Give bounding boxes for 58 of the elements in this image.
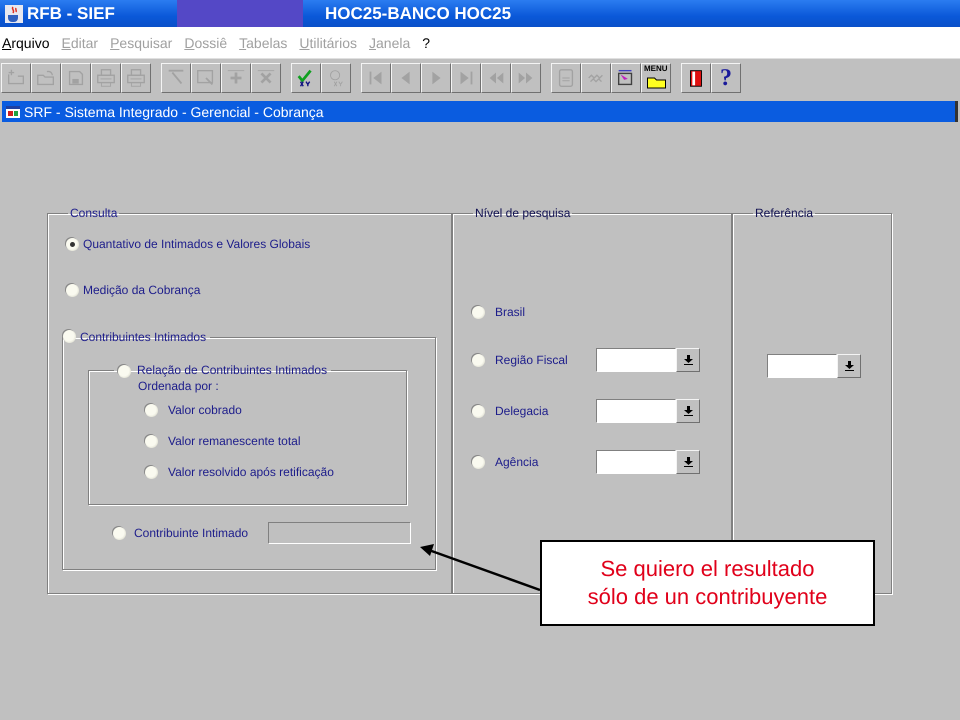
dropdown-field[interactable] (596, 399, 676, 423)
dropdown-field[interactable] (767, 354, 837, 378)
radio-label: Agência (495, 455, 538, 469)
radio-button[interactable] (472, 456, 485, 468)
dropdown-button[interactable] (837, 354, 861, 378)
radio-button[interactable] (113, 526, 126, 540)
radio-label: Delegacia (495, 404, 548, 418)
radio-label: Valor resolvido após retificação (168, 465, 334, 479)
radio-button[interactable] (63, 330, 76, 343)
group-title: Referência (754, 206, 814, 220)
help-button[interactable]: ? (711, 62, 741, 92)
radio-sublabel: Ordenada por : (138, 379, 219, 393)
radio-button[interactable] (472, 404, 485, 418)
annotation-callout: Se quiero el resultado sólo de un contribuyente (540, 540, 875, 626)
window-title: RFB - SIEF (27, 4, 116, 24)
down-arrow-icon (684, 457, 692, 467)
toolbar-button[interactable] (681, 62, 711, 92)
radio-label: Relação de Contribuintes Intimados (137, 363, 328, 377)
radio-button[interactable] (472, 354, 485, 366)
radio-label: Valor remanescente total (168, 434, 301, 448)
menu-folder-icon (646, 76, 666, 88)
form-window-title: SRF - Sistema Integrado - Gerencial - Cobrança (24, 104, 324, 120)
radio-button[interactable] (145, 434, 158, 448)
group-title: Nível de pesquisa (474, 206, 572, 220)
radio-label: Contribuinte Intimado (134, 526, 248, 540)
java-cup-icon (5, 4, 23, 22)
radio-button[interactable] (118, 365, 131, 378)
text-field[interactable] (268, 522, 412, 544)
toolbar-button[interactable] (291, 62, 321, 92)
menu-item[interactable]: Arquivo (2, 34, 50, 50)
radio-label: Brasil (495, 305, 526, 319)
toolbar-button[interactable] (611, 62, 641, 92)
dropdown-button[interactable] (676, 450, 700, 474)
radio-label: Medição da Cobrança (83, 283, 200, 297)
dropdown-button[interactable] (676, 399, 700, 423)
dropdown-button[interactable] (676, 348, 700, 372)
radio-label: Região Fiscal (495, 353, 568, 367)
printer-icon (95, 66, 117, 88)
menu-item[interactable]: ? (422, 34, 430, 50)
radio-label: Valor cobrado (168, 403, 242, 417)
window-subtitle: HOC25-BANCO HOC25 (325, 4, 512, 24)
down-arrow-icon (844, 361, 854, 371)
radio-button[interactable] (145, 404, 158, 416)
dropdown-field[interactable] (596, 348, 676, 372)
toolbar-button[interactable]: MENU (641, 62, 671, 92)
radio-label: Quantativo de Intimados e Valores Globais (83, 237, 310, 251)
radio-button[interactable] (145, 466, 158, 478)
form-window-icon (5, 104, 21, 120)
radio-button[interactable] (66, 284, 79, 296)
down-arrow-icon (684, 406, 692, 416)
radio-button[interactable] (472, 306, 485, 318)
down-arrow-icon (684, 355, 692, 365)
menu-label: MENU (644, 64, 668, 72)
radio-label: Contribuintes Intimados (80, 330, 206, 344)
group-title: Consulta (69, 206, 118, 220)
dropdown-field[interactable] (596, 450, 676, 474)
printer-icon (125, 66, 147, 88)
radio-button[interactable] (66, 238, 79, 250)
